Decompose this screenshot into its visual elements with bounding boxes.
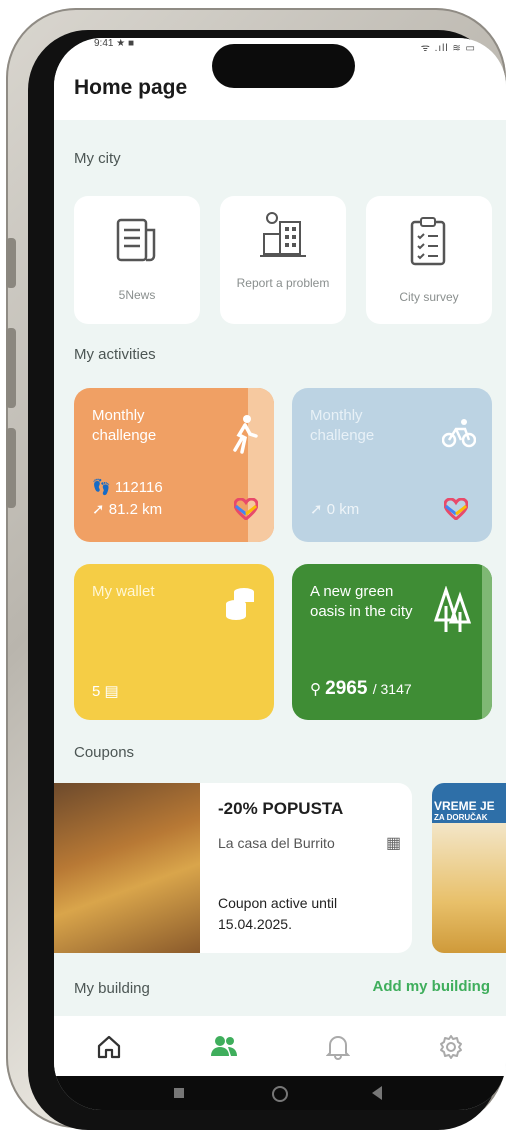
card-walk-challenge[interactable]: Monthly challenge 👣 112116 ➚ 81.2 km — [74, 388, 274, 542]
section-my-building: My building — [74, 980, 150, 997]
tile-report-problem[interactable]: Report a problem — [220, 196, 346, 324]
bicycle-icon — [442, 419, 476, 448]
card-title: My wallet — [92, 583, 155, 600]
wallet-value: 5 — [92, 683, 101, 700]
back-button[interactable] — [372, 1086, 382, 1100]
card-title: Monthly challenge — [92, 407, 157, 444]
report-problem-icon — [260, 212, 306, 257]
walk-distance: ➚ 81.2 km — [92, 500, 162, 518]
settings-icon[interactable] — [438, 1034, 464, 1060]
home-icon[interactable] — [96, 1034, 122, 1060]
bike-distance: ➚ 0 km — [310, 500, 359, 518]
bottom-nav — [54, 1016, 506, 1076]
phone-side-button — [6, 328, 16, 408]
phone-side-button — [6, 238, 16, 288]
coupon-vendor: La casa del Burrito — [218, 835, 335, 851]
tile-label: 5News — [118, 288, 156, 302]
distance-value: 81.2 km — [108, 501, 163, 518]
oasis-current: 2965 — [325, 678, 368, 699]
coin-icon: ▤ — [104, 683, 119, 700]
coupon-validity: Coupon active until 15.04.2025. — [218, 895, 338, 932]
tile-label: Report a problem — [236, 276, 330, 290]
people-icon[interactable] — [210, 1034, 238, 1058]
coupon-next-subtitle: ZA DORUČAK — [434, 813, 488, 822]
card-green-oasis[interactable]: A new green oasis in the city ⚲ 2965 / 3… — [292, 564, 492, 720]
bell-icon[interactable] — [326, 1034, 350, 1060]
steps-count: 👣 112116 — [92, 478, 163, 496]
card-title: Monthly challenge — [310, 407, 375, 444]
wallet-amount: 5 ▤ — [92, 682, 119, 700]
tile-city-survey[interactable]: City survey — [366, 196, 492, 324]
news-icon — [116, 218, 156, 262]
coupon-next-card[interactable]: VREME JE ZA DORUČAK — [432, 783, 506, 953]
add-building-link[interactable]: Add my building — [373, 978, 491, 995]
dynamic-island — [212, 44, 355, 88]
status-bar-left: 9:41 ★ ■ — [94, 38, 135, 49]
card-title: A new green oasis in the city — [310, 583, 413, 620]
survey-icon — [410, 217, 446, 266]
oasis-progress: ⚲ 2965 / 3147 — [310, 678, 412, 700]
recent-apps-button[interactable] — [174, 1088, 184, 1098]
shoe-icon: ➚ — [310, 501, 327, 518]
card-bike-challenge[interactable]: Monthly challenge ➚ 0 km — [292, 388, 492, 542]
coins-icon — [226, 588, 254, 620]
qr-code-icon[interactable]: ▦ — [386, 833, 401, 853]
system-nav-bar — [54, 1076, 506, 1110]
walking-icon — [233, 415, 258, 454]
shoe-icon: ➚ — [92, 501, 109, 518]
health-heart-icon — [444, 498, 468, 520]
coupon-card[interactable]: -20% POPUSTA La casa del Burrito ▦ Coupo… — [200, 783, 412, 953]
phone-side-button — [6, 428, 16, 508]
distance-value: 0 km — [326, 501, 360, 518]
page-title: Home page — [74, 76, 188, 99]
tile-5news[interactable]: 5News — [74, 196, 200, 324]
oasis-total: / 3147 — [372, 681, 412, 697]
progress-stripe — [482, 564, 492, 720]
tile-label: City survey — [399, 290, 459, 304]
trees-icon — [433, 586, 472, 632]
sprout-icon: ⚲ — [310, 681, 326, 698]
status-bar-right: ᯤ .ıll ≋ ▭ — [420, 43, 476, 54]
coupon-next-title: VREME JE — [434, 799, 495, 813]
coupon-headline: -20% POPUSTA — [218, 799, 344, 818]
app-screen: 9:41 ★ ■ ᯤ .ıll ≋ ▭ Home page My city 5N… — [54, 38, 506, 1110]
card-my-wallet[interactable]: My wallet 5 ▤ — [74, 564, 274, 720]
section-my-city: My city — [74, 150, 121, 167]
section-my-activities: My activities — [74, 346, 156, 363]
health-heart-icon — [234, 498, 258, 520]
coupon-food-image[interactable] — [54, 783, 200, 953]
steps-value: 112116 — [114, 479, 163, 496]
footsteps-icon: 👣 — [92, 479, 115, 496]
home-button[interactable] — [272, 1086, 288, 1102]
section-coupons: Coupons — [74, 744, 135, 761]
